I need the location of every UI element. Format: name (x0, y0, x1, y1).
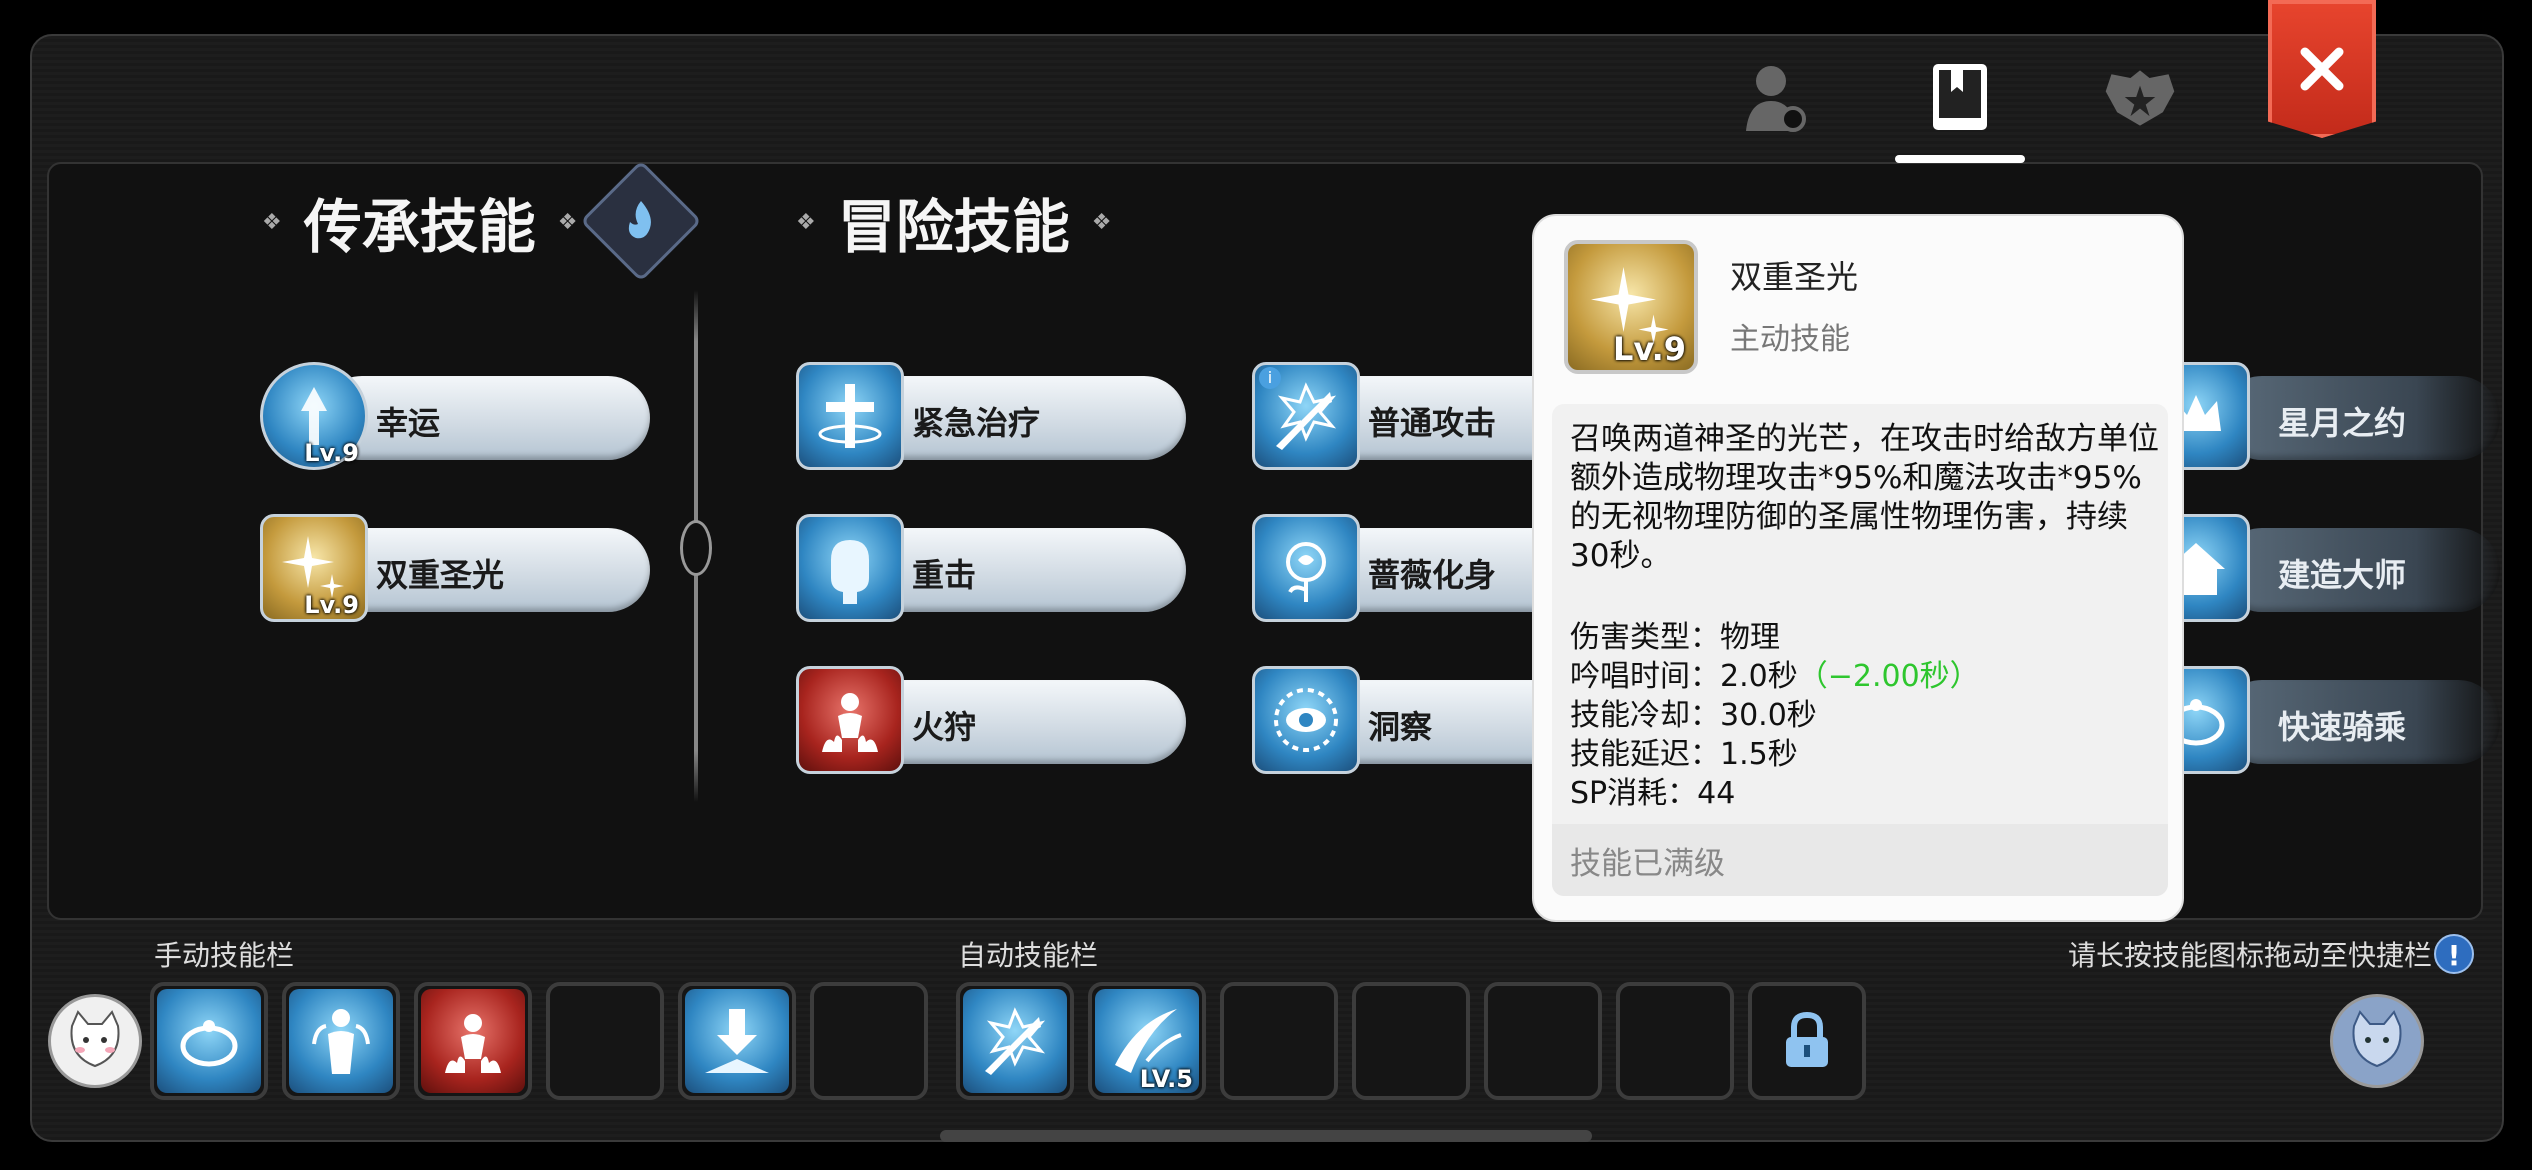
skill-label: 重击 (912, 556, 977, 594)
horizontal-scrollbar[interactable] (940, 1130, 1592, 1142)
slash-icon: LV.5 (1095, 989, 1199, 1093)
skill-double-holy-light[interactable]: Lv.9 双重圣光 (260, 514, 660, 624)
skill-level: Lv.9 (304, 591, 359, 619)
fire-figure-icon (796, 666, 904, 774)
cat-face-icon (2352, 1010, 2402, 1068)
skill-label: 火狩 (912, 708, 977, 746)
skill-label: 双重圣光 (376, 556, 505, 594)
sparkle-icon: Lv.9 (1564, 240, 1698, 374)
info-dot-icon: i (1259, 367, 1281, 389)
info-exclamation-icon[interactable]: ! (2434, 934, 2474, 974)
auto-slot-2[interactable]: LV.5 (1088, 982, 1206, 1100)
eye-icon (1252, 666, 1360, 774)
cast-time-bonus: （−2.00秒） (1797, 659, 1980, 694)
auto-bar-label: 自动技能栏 (958, 939, 1099, 972)
auto-slot-7-locked[interactable] (1748, 982, 1866, 1100)
skill-label: 星月之约 (2278, 404, 2407, 442)
active-tab-indicator (1895, 155, 2025, 163)
inherit-skills-heading: ❖ 传承技能 ❖ (262, 180, 577, 264)
tooltip-body: 召唤两道神圣的光芒，在攻击时给敌方单位额外造成物理攻击*95%和魔法攻击*95%… (1552, 404, 2168, 896)
auto-bar-avatar[interactable] (2330, 994, 2424, 1088)
auto-slot-6-empty[interactable] (1616, 982, 1734, 1100)
tooltip-description: 召唤两道神圣的光芒，在攻击时给敌方单位额外造成物理攻击*95%和魔法攻击*95%… (1570, 421, 2159, 574)
manual-slot-5[interactable] (678, 982, 796, 1100)
auto-slot-5-empty[interactable] (1484, 982, 1602, 1100)
cast-time-value: 吟唱时间：2.0秒 (1570, 659, 1798, 694)
skill-label: 快速骑乘 (2278, 708, 2407, 746)
adventure-skills-title: 冒险技能 (837, 193, 1070, 261)
stat-sp-cost: SP消耗：44 (1570, 776, 1736, 811)
skill-heavy-strike[interactable]: 重击 (796, 514, 1196, 624)
inherit-skills-title: 传承技能 (303, 193, 536, 261)
drag-hint: 请长按技能图标拖动至快捷栏 (2067, 939, 2432, 972)
tooltip-max-level: 技能已满级 (1552, 824, 2168, 896)
skill-pill (320, 376, 650, 460)
fist-icon (796, 514, 904, 622)
auto-slot-4-empty[interactable] (1352, 982, 1470, 1100)
skill-label: 幸运 (376, 404, 441, 442)
manual-slot-1[interactable] (150, 982, 268, 1100)
auto-slot-3-empty[interactable] (1220, 982, 1338, 1100)
skill-fire-hunt[interactable]: 火狩 (796, 666, 1196, 776)
lock-icon (1786, 1011, 1828, 1067)
heal-cross-icon (796, 362, 904, 470)
manual-bar-avatar[interactable] (48, 994, 142, 1088)
tooltip-stats: 伤害类型：物理 吟唱时间：2.0秒（−2.00秒） 技能冷却：30.0秒 技能延… (1570, 618, 1980, 813)
skill-label: 洞察 (1368, 708, 1433, 746)
stat-delay: 技能延迟：1.5秒 (1570, 737, 1798, 772)
character-tab-icon[interactable] (1736, 58, 1816, 138)
stat-damage-type: 伤害类型：物理 (1570, 620, 1780, 655)
sparkle-icon: Lv.9 (260, 514, 368, 622)
skill-star-moon-pact[interactable]: 星月之约 (2142, 362, 2500, 472)
adventure-skills-heading: ❖ 冒险技能 ❖ (796, 180, 1111, 264)
manual-bar-label: 手动技能栏 (154, 939, 295, 972)
stat-cast-time: 吟唱时间：2.0秒（−2.00秒） (1570, 657, 1980, 696)
rose-icon (1252, 514, 1360, 622)
diamond-ornament-icon: ❖ (557, 209, 578, 235)
close-icon (2300, 47, 2344, 91)
slot-level: LV.5 (1139, 1065, 1193, 1093)
ice-drop-icon (685, 989, 789, 1093)
skill-level: Lv.9 (304, 439, 359, 467)
skill-label: 紧急治疗 (912, 404, 1041, 442)
luck-icon: Lv.9 (260, 362, 368, 470)
tooltip-skill-name: 双重圣光 (1730, 258, 1859, 296)
saddle-icon (157, 989, 261, 1093)
flame-icon (628, 201, 651, 239)
close-button[interactable] (2268, 0, 2376, 138)
skill-quick-ride[interactable]: 快速骑乘 (2142, 666, 2500, 776)
diamond-ornament-icon: ❖ (262, 209, 282, 235)
manual-slot-6-empty[interactable] (810, 982, 928, 1100)
sword-strike-icon: i (1252, 362, 1360, 470)
fire-figure-icon (421, 989, 525, 1093)
diamond-ornament-icon: ❖ (796, 209, 816, 235)
diamond-ornament-icon: ❖ (1091, 209, 1112, 235)
skill-tooltip: Lv.9 双重圣光 主动技能 召唤两道神圣的光芒，在攻击时给敌方单位额外造成物理… (1532, 214, 2184, 922)
sword-strike-icon (963, 989, 1067, 1093)
divider-ornament (680, 520, 712, 576)
skill-pill (856, 528, 1186, 612)
skill-label: 建造大师 (2278, 556, 2407, 594)
skill-luck[interactable]: Lv.9 幸运 (260, 362, 660, 472)
tooltip-skill-type: 主动技能 (1730, 322, 1850, 357)
manual-slot-3[interactable] (414, 982, 532, 1100)
auto-slot-1[interactable] (956, 982, 1074, 1100)
skill-level: Lv.9 (1612, 330, 1686, 368)
skill-pill (856, 680, 1186, 764)
skill-label: 普通攻击 (1368, 404, 1497, 442)
skill-emergency-heal[interactable]: 紧急治疗 (796, 362, 1196, 472)
manual-slot-2[interactable] (282, 982, 400, 1100)
skill-book-tab-icon[interactable] (1920, 58, 2000, 138)
guild-emblem-tab-icon[interactable] (2100, 58, 2180, 138)
manual-slot-4-empty[interactable] (546, 982, 664, 1100)
stat-cooldown: 技能冷却：30.0秒 (1570, 698, 1817, 733)
cat-face-icon (70, 1010, 120, 1068)
skill-label: 蔷薇化身 (1368, 556, 1497, 594)
skill-build-master[interactable]: 建造大师 (2142, 514, 2500, 624)
person-rotate-icon (289, 989, 393, 1093)
